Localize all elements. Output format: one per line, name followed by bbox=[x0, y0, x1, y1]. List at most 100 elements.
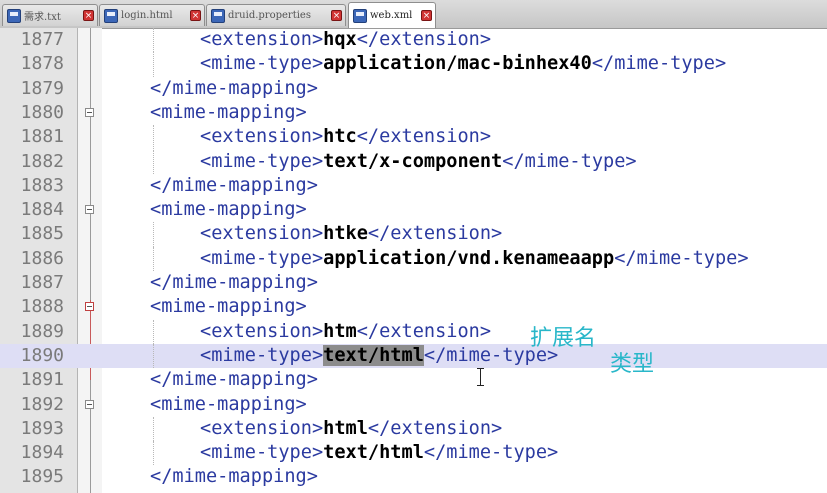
line-number: 1892 bbox=[20, 393, 64, 415]
line-number: 1883 bbox=[20, 174, 64, 196]
line-number: 1877 bbox=[20, 29, 64, 50]
line-number: 1879 bbox=[20, 77, 64, 99]
line-number: 1889 bbox=[20, 320, 64, 342]
code-line[interactable]: 1887 </mime-mapping> bbox=[0, 271, 827, 295]
code-line[interactable]: 1890 <mime-type>text/html</mime-type> bbox=[0, 343, 827, 369]
xml-close-tag: </extension> bbox=[367, 223, 503, 245]
code-text[interactable]: <mime-mapping> bbox=[150, 393, 307, 417]
close-icon[interactable]: × bbox=[83, 10, 94, 21]
fold-toggle-icon[interactable] bbox=[85, 302, 94, 312]
code-line[interactable]: 1883 </mime-mapping> bbox=[0, 174, 827, 198]
indent-guide bbox=[153, 222, 154, 247]
tab-login-html[interactable]: login.html × bbox=[99, 4, 205, 26]
code-text[interactable]: <extension>hqx</extension> bbox=[200, 28, 491, 52]
code-line[interactable]: 1880 <mime-mapping> bbox=[0, 101, 827, 125]
code-text[interactable]: <mime-type>text/html</mime-type> bbox=[200, 441, 558, 465]
code-line[interactable]: 1886 <mime-type>application/vnd.kenameaap… bbox=[0, 246, 827, 271]
code-text[interactable]: <mime-mapping> bbox=[150, 101, 307, 125]
file-icon bbox=[353, 8, 367, 23]
code-line[interactable]: 1885 <extension>htke</extension> bbox=[0, 222, 827, 247]
line-number: 1887 bbox=[20, 272, 64, 293]
code-text[interactable]: <mime-type>application/mac-binhex40</mim… bbox=[200, 52, 726, 76]
annotation-extension: 扩展名 bbox=[530, 326, 597, 351]
close-icon[interactable]: × bbox=[421, 10, 432, 21]
indent-guide bbox=[153, 52, 154, 77]
code-text[interactable]: <mime-mapping> bbox=[150, 295, 307, 319]
code-line[interactable]: 1892 <mime-mapping> bbox=[0, 393, 827, 417]
tag-value: text/x-component bbox=[323, 150, 503, 172]
tab-web-xml[interactable]: web.xml × bbox=[348, 2, 436, 28]
code-line[interactable]: 1878 <mime-type>application/mac-binhex40<… bbox=[0, 52, 827, 77]
xml-open-tag: </mime-mapping> bbox=[150, 77, 318, 99]
fold-toggle-icon[interactable] bbox=[85, 205, 94, 215]
indent-guide bbox=[153, 343, 154, 369]
code-line[interactable]: 1881 <extension>htc</extension> bbox=[0, 125, 827, 150]
selected-value: text/html bbox=[323, 344, 424, 366]
line-number: 1880 bbox=[20, 101, 64, 123]
xml-close-tag: </mime-type> bbox=[614, 247, 749, 269]
xml-close-tag: </mime-type> bbox=[591, 53, 727, 75]
fold-toggle-icon[interactable] bbox=[85, 107, 94, 117]
indent-guide bbox=[153, 441, 154, 466]
tab-bar: 需求.txt × login.html × druid.properties ×… bbox=[0, 0, 827, 29]
xml-open-tag: <mime-mapping> bbox=[150, 199, 307, 221]
indent-guide bbox=[153, 416, 154, 442]
code-text[interactable]: </mime-mapping> bbox=[150, 77, 318, 101]
code-line[interactable]: 1882 <mime-type>text/x-component</mime-ty… bbox=[0, 149, 827, 174]
line-number: 1895 bbox=[20, 466, 64, 488]
tab-label: web.xml bbox=[370, 10, 413, 21]
code-text[interactable]: <extension>htke</extension> bbox=[200, 222, 502, 246]
line-number: 1890 bbox=[20, 344, 64, 366]
text-cursor-icon bbox=[477, 368, 484, 386]
xml-close-tag: </extension> bbox=[356, 126, 492, 148]
xml-close-tag: </mime-type> bbox=[423, 442, 559, 464]
close-icon[interactable]: × bbox=[331, 10, 342, 21]
annotation-type: 类型 bbox=[610, 352, 655, 377]
indent-guide bbox=[153, 149, 154, 174]
file-icon bbox=[7, 8, 21, 23]
tab-label: 需求.txt bbox=[24, 12, 61, 23]
code-text[interactable]: <mime-type>application/vnd.kenameaapp</m… bbox=[200, 247, 749, 271]
code-text[interactable]: <mime-type>text/html</mime-type> bbox=[200, 344, 558, 368]
tab-druid-properties[interactable]: druid.properties × bbox=[206, 4, 346, 26]
line-number: 1885 bbox=[20, 223, 64, 245]
tag-value: application/mac-binhex40 bbox=[323, 53, 592, 75]
line-number: 1894 bbox=[20, 442, 64, 464]
line-number: 1891 bbox=[20, 369, 64, 391]
xml-close-tag: </extension> bbox=[356, 320, 492, 342]
code-text[interactable]: <extension>htm</extension> bbox=[200, 320, 491, 344]
code-line[interactable]: 1895 </mime-mapping> bbox=[0, 465, 827, 489]
code-text[interactable]: <extension>html</extension> bbox=[200, 417, 502, 441]
code-text[interactable]: </mime-mapping> bbox=[150, 368, 318, 392]
line-number: 1893 bbox=[20, 417, 64, 439]
code-line[interactable]: 1888 <mime-mapping> bbox=[0, 295, 827, 319]
code-editor[interactable]: 1877 <extension>hqx</extension> 1878 <mime-… bbox=[0, 28, 827, 493]
xml-open-tag: <extension> bbox=[200, 320, 324, 342]
code-line[interactable]: 1893 <extension>html</extension> bbox=[0, 416, 827, 442]
code-text[interactable]: <mime-type>text/x-component</mime-type> bbox=[200, 150, 637, 174]
tag-value: text/html bbox=[323, 442, 424, 464]
tag-value: htm bbox=[323, 320, 357, 342]
close-icon[interactable]: × bbox=[190, 10, 201, 21]
code-line[interactable]: 1894 <mime-type>text/html</mime-type> bbox=[0, 441, 827, 466]
code-text[interactable]: <extension>htc</extension> bbox=[200, 125, 491, 149]
fold-toggle-icon[interactable] bbox=[85, 399, 94, 409]
line-number: 1888 bbox=[20, 296, 64, 318]
xml-open-tag: <extension> bbox=[200, 29, 324, 50]
tag-value: htke bbox=[323, 223, 368, 245]
code-line[interactable]: 1879 </mime-mapping> bbox=[0, 77, 827, 101]
xml-open-tag: </mime-mapping> bbox=[150, 369, 318, 391]
code-line[interactable]: 1877 <extension>hqx</extension> bbox=[0, 28, 827, 53]
tab-requirements[interactable]: 需求.txt × bbox=[2, 4, 98, 26]
tag-value: application/vnd.kenameaapp bbox=[323, 247, 615, 269]
code-text[interactable]: </mime-mapping> bbox=[150, 174, 318, 198]
code-text[interactable]: <mime-mapping> bbox=[150, 198, 307, 222]
xml-open-tag: </mime-mapping> bbox=[150, 466, 318, 488]
code-line[interactable]: 1889 <extension>htm</extension> bbox=[0, 319, 827, 344]
code-line[interactable]: 1884 <mime-mapping> bbox=[0, 198, 827, 222]
code-text[interactable]: </mime-mapping> bbox=[150, 465, 318, 489]
code-line[interactable]: 1891 </mime-mapping> bbox=[0, 368, 827, 392]
tab-label: login.html bbox=[121, 10, 173, 21]
code-text[interactable]: </mime-mapping> bbox=[150, 271, 318, 295]
line-number: 1878 bbox=[20, 53, 64, 75]
